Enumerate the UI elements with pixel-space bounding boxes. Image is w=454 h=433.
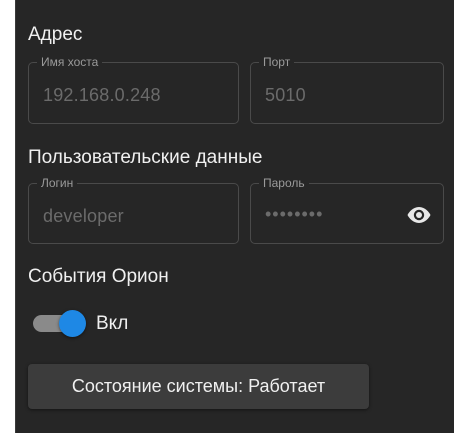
- settings-panel: Адрес Имя хоста 192.168.0.248 Порт 5010 …: [15, 0, 454, 433]
- password-label: Пароль: [259, 176, 309, 190]
- address-section-title: Адрес: [28, 24, 83, 45]
- hostname-field[interactable]: Имя хоста 192.168.0.248: [28, 55, 239, 124]
- port-label: Порт: [259, 55, 295, 69]
- hostname-value: 192.168.0.248: [43, 85, 161, 105]
- eye-icon[interactable]: [407, 206, 431, 224]
- hostname-label: Имя хоста: [37, 55, 103, 69]
- system-status-button[interactable]: Состояние системы: Работает: [28, 364, 369, 409]
- login-value: developer: [43, 206, 124, 226]
- password-value: ••••••••: [265, 204, 324, 224]
- events-section-title: События Орион: [28, 266, 169, 287]
- events-toggle-thumb[interactable]: [59, 310, 86, 337]
- password-field[interactable]: Пароль ••••••••: [250, 176, 444, 244]
- login-label: Логин: [37, 176, 78, 190]
- events-toggle-label: Вкл: [96, 313, 129, 334]
- login-field[interactable]: Логин developer: [28, 176, 239, 244]
- port-value: 5010: [265, 85, 306, 105]
- port-field[interactable]: Порт 5010: [250, 55, 444, 124]
- credentials-section-title: Пользовательские данные: [28, 147, 263, 168]
